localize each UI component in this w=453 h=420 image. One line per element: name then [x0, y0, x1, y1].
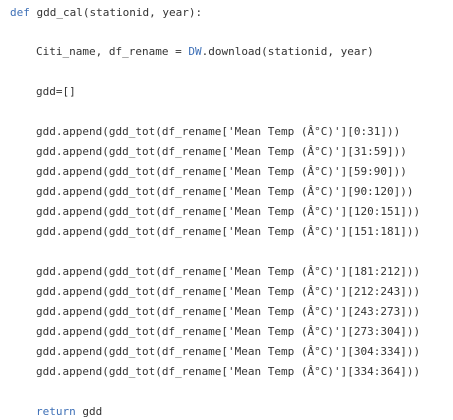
init-statement: gdd=[]: [36, 85, 76, 98]
code-line-append: gdd.append(gdd_tot(df_rename['Mean Temp …: [36, 285, 421, 298]
code-line-append: gdd.append(gdd_tot(df_rename['Mean Temp …: [36, 345, 421, 358]
code-line-append: gdd.append(gdd_tot(df_rename['Mean Temp …: [36, 225, 421, 238]
code-line-return: return gdd: [36, 404, 102, 420]
assign-suffix: .download(stationid, year): [201, 45, 374, 58]
code-line-append: gdd.append(gdd_tot(df_rename['Mean Temp …: [36, 145, 407, 158]
code-block: def gdd_cal(stationid, year): Citi_name,…: [0, 0, 453, 420]
code-line-append: gdd.append(gdd_tot(df_rename['Mean Temp …: [36, 185, 414, 198]
code-line-append: gdd.append(gdd_tot(df_rename['Mean Temp …: [36, 205, 421, 218]
function-signature: gdd_cal(stationid, year):: [29, 6, 203, 19]
return-keyword: return: [36, 405, 76, 418]
code-line-append: gdd.append(gdd_tot(df_rename['Mean Temp …: [36, 365, 421, 378]
return-value: gdd: [75, 405, 103, 418]
code-line-append: gdd.append(gdd_tot(df_rename['Mean Temp …: [36, 165, 407, 178]
code-line-append: gdd.append(gdd_tot(df_rename['Mean Temp …: [36, 125, 401, 138]
code-line-append: gdd.append(gdd_tot(df_rename['Mean Temp …: [36, 305, 421, 318]
code-line-def: def gdd_cal(stationid, year):: [10, 5, 202, 21]
assign-module-ref: DW: [188, 45, 202, 58]
def-keyword: def: [10, 6, 30, 19]
code-line-append: gdd.append(gdd_tot(df_rename['Mean Temp …: [36, 325, 421, 338]
code-line-init: gdd=[]: [36, 84, 76, 100]
code-line-append: gdd.append(gdd_tot(df_rename['Mean Temp …: [36, 265, 421, 278]
code-line-assign: Citi_name, df_rename = DW.download(stati…: [36, 44, 374, 60]
assign-prefix: Citi_name, df_rename =: [36, 45, 189, 58]
